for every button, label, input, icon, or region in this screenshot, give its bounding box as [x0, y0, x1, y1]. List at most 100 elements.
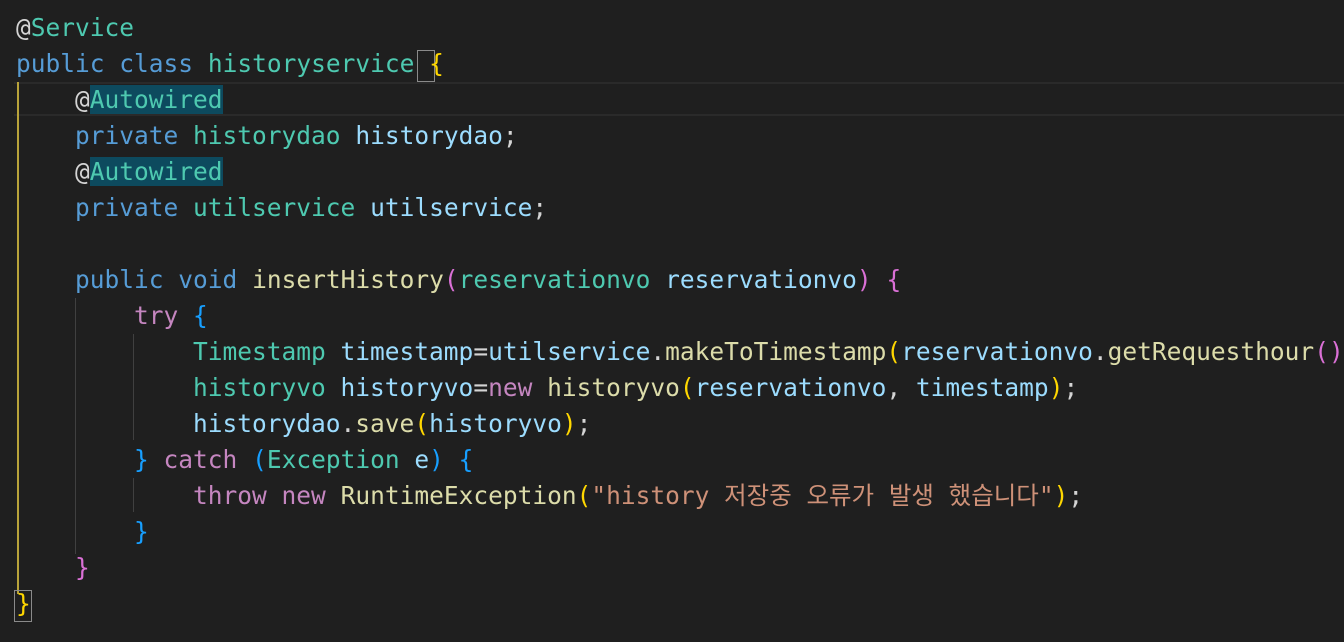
code-token: RuntimeException [340, 481, 577, 510]
code-token: private [75, 193, 179, 222]
code-token: public [75, 265, 164, 294]
code-token: @ [75, 157, 90, 186]
code-token: ) [429, 445, 444, 474]
code-line[interactable]: @Service [16, 10, 134, 46]
code-token: . [340, 409, 356, 438]
code-token: utilservice [370, 193, 533, 222]
code-token: ( [252, 445, 267, 474]
code-token: ; [1068, 481, 1084, 510]
matched-bracket-token: { [429, 49, 444, 78]
code-token: ( [679, 373, 695, 402]
code-token: reservationvo [901, 337, 1093, 366]
code-token: ) [561, 409, 577, 438]
code-line[interactable]: private historydao historydao; [16, 118, 518, 154]
code-token: Autowired [89, 157, 223, 186]
code-token: } [75, 553, 90, 582]
code-line[interactable]: } [16, 514, 149, 550]
code-token: timestamp [915, 373, 1049, 402]
code-token: reservationvo [694, 373, 887, 402]
code-token: try [134, 301, 179, 330]
code-token: = [473, 337, 489, 366]
code-line[interactable]: historydao.save(historyvo); [16, 406, 591, 442]
code-token: historyservice [207, 49, 415, 78]
code-line[interactable]: throw new RuntimeException("history 저장중 … [16, 478, 1083, 514]
code-line[interactable]: Timestamp timestamp=utilservice.makeToTi… [16, 334, 1344, 370]
code-token: void [178, 265, 238, 294]
code-token: ; [502, 121, 518, 150]
code-token: , [886, 373, 916, 402]
code-token: ( [443, 265, 459, 294]
code-token: historyvo [547, 373, 680, 402]
code-token: . [650, 337, 666, 366]
code-token: utilservice [488, 337, 651, 366]
code-token: } [134, 445, 149, 474]
code-token: historydao [193, 409, 341, 438]
code-token: getRequesthour [1107, 337, 1315, 366]
code-token: { [458, 445, 474, 474]
code-token: Exception [266, 445, 400, 474]
code-token: new [281, 481, 326, 510]
code-token: new [488, 373, 533, 402]
code-line[interactable]: } [16, 550, 90, 586]
code-token: historyvo [429, 409, 562, 438]
code-token: { [193, 301, 208, 330]
code-line[interactable]: } [16, 586, 31, 622]
code-editor[interactable]: @Service public class historyservice { @A… [0, 0, 1344, 642]
code-line[interactable]: } catch (Exception e) { [16, 442, 473, 478]
code-token: @ [75, 85, 90, 114]
code-token: ( [414, 409, 430, 438]
code-token: throw [193, 481, 267, 510]
code-token: historydao [193, 121, 341, 150]
code-token: . [1092, 337, 1108, 366]
code-token: historydao [355, 121, 503, 150]
code-line[interactable]: private utilservice utilservice; [16, 190, 547, 226]
code-line[interactable]: @Autowired [16, 82, 223, 118]
code-token: e [414, 445, 430, 474]
code-line[interactable]: @Autowired [16, 154, 223, 190]
code-token: @ [16, 13, 31, 42]
code-line[interactable]: try { [16, 298, 208, 334]
code-line[interactable]: historyvo historyvo=new historyvo(reserv… [16, 370, 1078, 406]
code-token: ; [532, 193, 548, 222]
code-token: ( [576, 481, 592, 510]
code-token: class [119, 49, 194, 78]
code-token: timestamp [340, 337, 474, 366]
code-line[interactable]: public void insertHistory(reservationvo … [16, 262, 901, 298]
code-token: historyvo [193, 373, 326, 402]
code-token: Service [30, 13, 135, 42]
code-token: "history 저장중 오류가 발생 했습니다" [591, 481, 1054, 510]
code-token: { [886, 265, 902, 294]
code-line[interactable]: public class historyservice { [16, 46, 444, 82]
code-token: ) [1048, 373, 1064, 402]
